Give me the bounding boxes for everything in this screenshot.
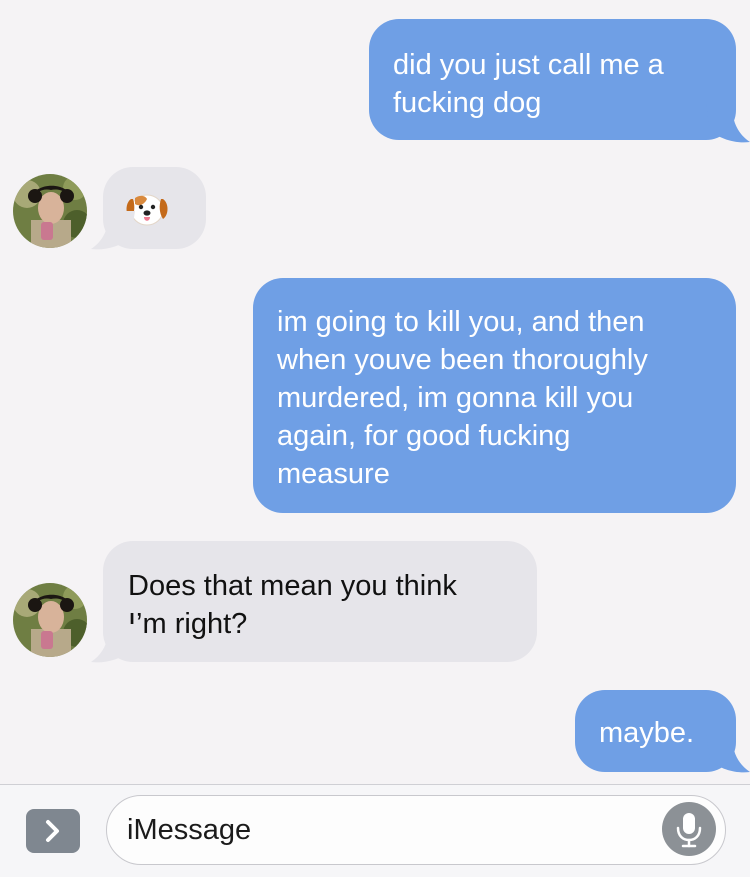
outgoing-message-bubble[interactable]: did you just call me a fucking dog <box>369 19 736 140</box>
contact-photo <box>13 583 87 657</box>
message-text-line: again, for good fucking <box>277 420 571 452</box>
outgoing-bubble-tail <box>706 734 750 773</box>
input-placeholder: iMessage <box>127 814 252 846</box>
message-text-line: murdered, im gonna kill you <box>277 382 634 414</box>
contact-avatar[interactable] <box>13 174 87 248</box>
incoming-bubble-tail <box>91 211 135 250</box>
microphone-icon <box>676 813 702 848</box>
message-text-line: fucking dog <box>393 87 542 119</box>
dictation-button[interactable] <box>662 802 716 856</box>
incoming-message-bubble[interactable]: Does that mean you think I’m right? <box>103 541 537 662</box>
message-text-line: Does that mean you think <box>128 570 457 602</box>
message-text-line: did you just call me a <box>393 49 664 81</box>
message-text-line: measure <box>277 458 390 490</box>
message-thread[interactable]: did you just call me a fucking dog im go… <box>0 0 750 784</box>
chevron-right-icon <box>46 820 59 842</box>
incoming-bubble-tail <box>91 624 135 663</box>
contact-avatar[interactable] <box>13 583 87 657</box>
message-text-line: im going to kill you, and then <box>277 306 645 338</box>
message-input-bar: iMessage <box>0 784 750 877</box>
expand-apps-button[interactable] <box>26 809 80 853</box>
imessage-input[interactable]: iMessage <box>106 795 726 865</box>
outgoing-message-bubble[interactable]: im going to kill you, and then when youv… <box>253 278 736 513</box>
outgoing-bubble-tail <box>706 104 750 143</box>
message-text-line: I’m right? <box>128 608 248 640</box>
contact-photo <box>13 174 87 248</box>
message-text-line: when youve been thoroughly <box>277 344 648 376</box>
